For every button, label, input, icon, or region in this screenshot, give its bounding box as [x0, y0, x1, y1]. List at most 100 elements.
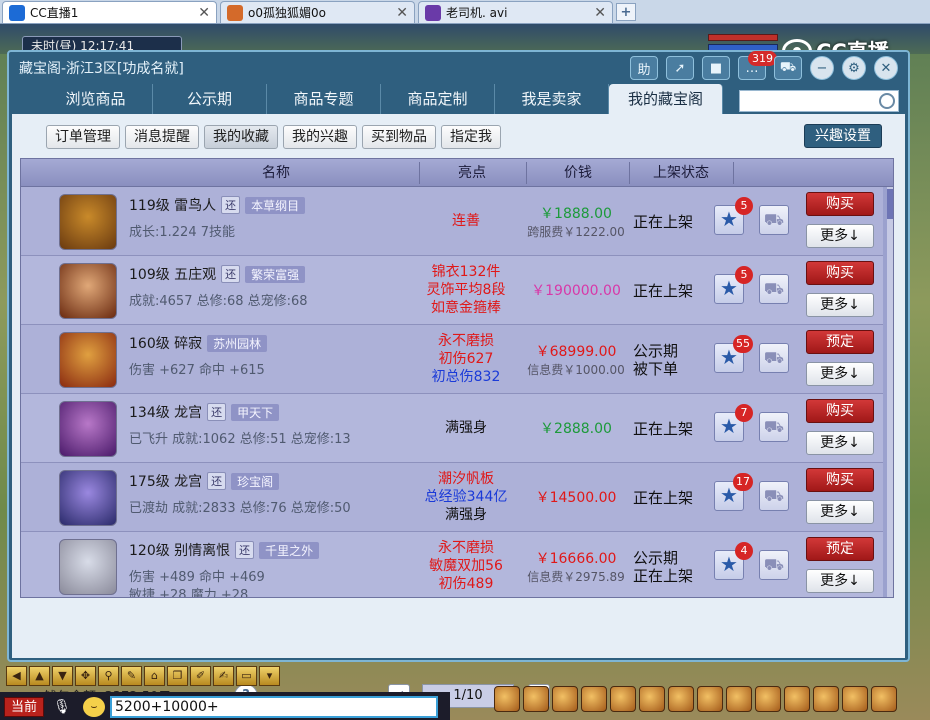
favorite-star-icon[interactable]: ★ 4	[714, 542, 753, 580]
item-slot-icon[interactable]	[784, 686, 810, 712]
cart-icon[interactable]: ⛟	[759, 412, 789, 442]
character-avatar[interactable]	[59, 470, 117, 526]
chat-icon[interactable]: … 319	[738, 51, 777, 80]
buy-button[interactable]: 购买	[806, 399, 874, 423]
item-slot-icon[interactable]	[842, 686, 868, 712]
dropdown-icon[interactable]: ▾	[259, 666, 280, 686]
more-button[interactable]: 更多↓	[806, 569, 874, 593]
item-slot-icon[interactable]	[581, 686, 607, 712]
item-slot-icon[interactable]	[813, 686, 839, 712]
cart-icon[interactable]: ⛟	[759, 205, 789, 235]
tab-seller[interactable]: 我是卖家	[495, 84, 609, 114]
arrow-left-icon[interactable]: ◀	[6, 666, 27, 686]
stop-icon[interactable]: ■	[702, 56, 730, 80]
more-button[interactable]: 更多↓	[806, 293, 874, 317]
table-row[interactable]: 175级 龙宫还珍宝阁 已渡劫 成就:2833 总修:76 总宠修:50 潮汐帆板总…	[21, 463, 883, 532]
vertical-scrollbar[interactable]	[887, 187, 893, 597]
close-icon[interactable]: ✕	[874, 56, 898, 80]
table-row[interactable]: 109级 五庄观还繁荣富强 成就:4657 总修:68 总宠修:68 锦衣132件灵…	[21, 256, 883, 325]
browser-tab[interactable]: CC直播1 ✕	[2, 1, 217, 23]
favorite-star-icon[interactable]: ★ 5	[714, 266, 753, 304]
chat-channel-button[interactable]: 当前	[4, 697, 44, 717]
note-icon[interactable]: ✎	[121, 666, 142, 686]
more-button[interactable]: 更多↓	[806, 224, 874, 248]
item-slot-icon[interactable]	[871, 686, 897, 712]
subtab-orders[interactable]: 订单管理	[46, 125, 120, 149]
buy-button[interactable]: 购买	[806, 468, 874, 492]
character-avatar[interactable]	[59, 263, 117, 319]
microphone-icon[interactable]: 🎙	[52, 697, 72, 717]
chat-input[interactable]: 5200+10000+	[110, 696, 438, 718]
status-text: 正在上架	[633, 420, 694, 438]
tab-public-period[interactable]: 公示期	[153, 84, 267, 114]
favorite-star-icon[interactable]: ★ 17	[714, 473, 753, 511]
settings-icon[interactable]: ⚙	[842, 56, 866, 80]
table-row[interactable]: 134级 龙宫还甲天下 已飞升 成就:1062 总修:51 总宠修:13 满强身 ￥2…	[21, 394, 883, 463]
table-row[interactable]: 160级 碎寂 苏州园林 伤害 +627 命中 +615 永不磨损 初伤627 初总伤83…	[21, 325, 883, 394]
character-avatar[interactable]	[59, 332, 117, 388]
subtab-favorites[interactable]: 我的收藏	[204, 125, 278, 149]
arrow-up-icon[interactable]: ▲	[29, 666, 50, 686]
table-row[interactable]: 119级 雷鸟人还本草纲目 成长:1.224 7技能 连善 ￥1888.00 跨服费￥1…	[21, 187, 883, 256]
more-button[interactable]: 更多↓	[806, 431, 874, 455]
price-cell: ￥14500.00	[521, 489, 631, 507]
favorite-star-icon[interactable]: ★ 7	[714, 404, 753, 442]
cart-icon[interactable]: ⛟	[759, 481, 789, 511]
cart-icon[interactable]: ⛟	[759, 274, 789, 304]
scrollbar-thumb[interactable]	[887, 189, 893, 219]
subtab-messages[interactable]: 消息提醒	[125, 125, 199, 149]
table-row[interactable]: 120级 别情离恨还千里之外 伤害 +489 命中 +469 敏捷 +28 魔力 +…	[21, 532, 883, 597]
item-slot-icon[interactable]	[755, 686, 781, 712]
tab-my-pavilion[interactable]: 我的藏宝阁	[609, 84, 723, 114]
arrow-down-icon[interactable]: ▼	[52, 666, 73, 686]
cart-icon[interactable]: ⛟	[759, 343, 789, 373]
item-slot-icon[interactable]	[726, 686, 752, 712]
item-slot-icon[interactable]	[697, 686, 723, 712]
lock-icon[interactable]: ⌂	[144, 666, 165, 686]
buy-button[interactable]: 预定	[806, 330, 874, 354]
buy-button[interactable]: 预定	[806, 537, 874, 561]
browser-tab[interactable]: 老司机. avi ✕	[418, 1, 613, 23]
item-slot-icon[interactable]	[668, 686, 694, 712]
item-slot-icon[interactable]	[523, 686, 549, 712]
cart-icon[interactable]: ⛟	[759, 550, 789, 580]
tab-browse[interactable]: 浏览商品	[39, 84, 153, 114]
buy-button[interactable]: 购买	[806, 192, 874, 216]
move-icon[interactable]: ✥	[75, 666, 96, 686]
tab-topics[interactable]: 商品专题	[267, 84, 381, 114]
favorite-star-icon[interactable]: ★ 55	[714, 335, 753, 373]
edit-icon[interactable]: ✍	[213, 666, 234, 686]
character-avatar[interactable]	[59, 194, 117, 250]
tab-custom[interactable]: 商品定制	[381, 84, 495, 114]
more-button[interactable]: 更多↓	[806, 500, 874, 524]
character-avatar[interactable]	[59, 539, 117, 595]
minimize-icon[interactable]: −	[810, 56, 834, 80]
search-icon[interactable]	[879, 93, 895, 109]
favorite-star-icon[interactable]: ★ 5	[714, 197, 753, 235]
close-tab-icon[interactable]: ✕	[198, 5, 210, 21]
interest-settings-button[interactable]: 兴趣设置	[804, 124, 882, 148]
item-slot-icon[interactable]	[639, 686, 665, 712]
close-tab-icon[interactable]: ✕	[594, 5, 606, 21]
item-slot-icon[interactable]	[494, 686, 520, 712]
subtab-interests[interactable]: 我的兴趣	[283, 125, 357, 149]
character-avatar[interactable]	[59, 401, 117, 457]
more-button[interactable]: 更多↓	[806, 362, 874, 386]
item-slot-icon[interactable]	[552, 686, 578, 712]
close-tab-icon[interactable]: ✕	[396, 5, 408, 21]
new-tab-button[interactable]: +	[616, 3, 636, 21]
share-icon[interactable]: ➚	[666, 56, 694, 80]
cart-icon[interactable]: ⛟	[774, 56, 802, 80]
zoom-icon[interactable]: ⚲	[98, 666, 119, 686]
screen-icon[interactable]: ▭	[236, 666, 257, 686]
item-slot-icon[interactable]	[610, 686, 636, 712]
emoji-icon[interactable]: ⌣	[83, 697, 105, 717]
help-icon[interactable]: 助	[630, 56, 658, 80]
buy-button[interactable]: 购买	[806, 261, 874, 285]
brush-icon[interactable]: ✐	[190, 666, 211, 686]
subtab-purchased[interactable]: 买到物品	[362, 125, 436, 149]
subtab-assigned[interactable]: 指定我	[441, 125, 501, 149]
copy-icon[interactable]: ❐	[167, 666, 188, 686]
search-input[interactable]	[739, 90, 899, 112]
browser-tab[interactable]: o0孤独狐媚0o ✕	[220, 1, 415, 23]
